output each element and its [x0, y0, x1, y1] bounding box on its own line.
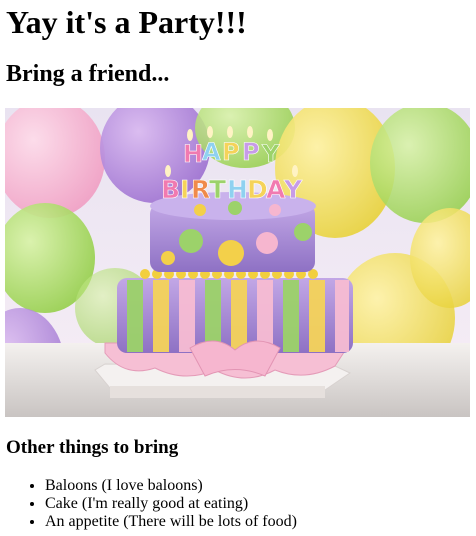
- page-subtitle: Bring a friend...: [6, 61, 170, 87]
- cake-illustration: H A P P Y B I R T H D A Y: [5, 108, 470, 417]
- svg-text:T: T: [209, 175, 226, 204]
- things-to-bring-list: Baloons (I love baloons) Cake (I'm reall…: [0, 477, 297, 531]
- svg-text:I: I: [180, 175, 189, 204]
- svg-text:H: H: [183, 140, 203, 168]
- page-title: Yay it's a Party!!!: [6, 4, 247, 40]
- list-item: An appetite (There will be lots of food): [45, 513, 297, 531]
- svg-text:P: P: [242, 138, 260, 166]
- list-item: Baloons (I love baloons): [45, 477, 297, 495]
- svg-text:D: D: [247, 175, 268, 204]
- svg-text:A: A: [202, 138, 221, 166]
- svg-text:R: R: [191, 175, 210, 204]
- svg-text:H: H: [227, 175, 248, 204]
- svg-text:A: A: [266, 175, 286, 204]
- svg-text:Y: Y: [283, 175, 303, 204]
- page: Yay it's a Party!!! Bring a friend... H …: [0, 0, 476, 536]
- svg-text:P: P: [222, 138, 240, 166]
- list-item: Cake (I'm really good at eating): [45, 495, 297, 513]
- svg-text:Y: Y: [261, 140, 280, 168]
- birthday-cake-photo: H A P P Y B I R T H D A Y: [5, 108, 470, 417]
- svg-text:B: B: [161, 175, 180, 204]
- list-heading: Other things to bring: [6, 437, 179, 458]
